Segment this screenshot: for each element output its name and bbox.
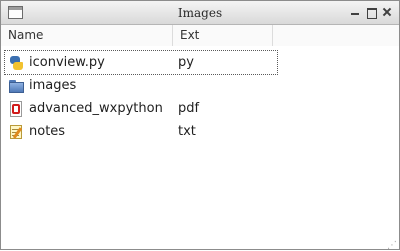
title-bar[interactable]: Images <box>1 1 399 25</box>
item-ext: pdf <box>178 101 200 116</box>
list-item[interactable]: notes txt <box>5 120 277 143</box>
list-rows: iconview.py py images advanced_wxpython … <box>4 50 278 143</box>
list-header: Name Ext <box>1 25 399 46</box>
column-header-name[interactable]: Name <box>1 25 173 46</box>
maximize-button[interactable] <box>365 6 377 19</box>
python-file-icon <box>8 55 24 71</box>
file-list-view[interactable]: Name Ext iconview.py py images advanced_… <box>1 25 399 251</box>
list-item[interactable]: images <box>5 74 277 97</box>
text-note-icon <box>8 124 24 140</box>
item-name: images <box>29 78 77 93</box>
close-button[interactable] <box>381 6 393 18</box>
column-header-filler <box>273 25 399 46</box>
app-window: Images Name Ext iconview.py py images ad… <box>0 0 400 251</box>
item-ext: txt <box>178 124 196 139</box>
window-title: Images <box>177 6 223 20</box>
resize-grip[interactable] <box>387 237 397 251</box>
folder-icon <box>8 78 24 94</box>
item-name: advanced_wxpython <box>29 101 163 116</box>
column-header-ext[interactable]: Ext <box>173 25 273 46</box>
item-name: iconview.py <box>29 55 105 70</box>
item-ext: py <box>178 55 194 70</box>
minimize-button[interactable] <box>349 6 361 18</box>
item-name: notes <box>29 124 66 139</box>
window-controls <box>349 6 393 19</box>
list-item[interactable]: advanced_wxpython pdf <box>5 97 277 120</box>
pdf-file-icon <box>8 100 24 117</box>
list-item[interactable]: iconview.py py <box>4 50 278 75</box>
